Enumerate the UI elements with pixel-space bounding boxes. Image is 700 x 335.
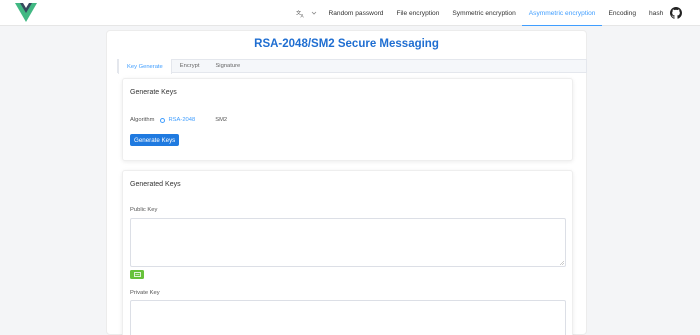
radio-checked-icon	[160, 117, 166, 123]
tab-label: Key Generate	[127, 63, 163, 70]
private-key-textarea[interactable]	[130, 300, 566, 335]
nav-label: Symmetric encryption	[452, 9, 516, 17]
generate-keys-panel: Generate Keys Algorithm RSA-2048 SM2 Gen…	[122, 78, 573, 161]
nav-symmetric-encryption[interactable]: Symmetric encryption	[446, 0, 522, 26]
radio-label: SM2	[215, 117, 228, 123]
algorithm-label: Algorithm	[130, 117, 155, 123]
radio-label: RSA-2048	[168, 117, 196, 123]
translate-icon: 文 A	[296, 9, 305, 18]
tab-key-generate[interactable]: Key Generate	[118, 59, 172, 74]
panel-title: Generated Keys	[130, 181, 181, 188]
tab-bar: Key Generate Encrypt Signature	[117, 59, 587, 74]
nav-label: Random password	[328, 9, 384, 17]
vue-logo-icon[interactable]	[15, 3, 37, 23]
page-title: RSA-2048/SM2 Secure Messaging	[254, 38, 439, 50]
language-switcher[interactable]: 文 A	[296, 6, 317, 20]
main-nav: Random password File encryption Symmetri…	[322, 0, 670, 26]
public-key-label: Public Key	[130, 207, 158, 213]
public-key-textarea[interactable]	[130, 218, 566, 267]
nav-encoding[interactable]: Encoding	[602, 0, 643, 26]
algorithm-row: Algorithm RSA-2048 SM2	[130, 117, 247, 123]
nav-label: Encoding	[608, 9, 636, 17]
nav-label: Asymmetric encryption	[528, 9, 596, 17]
tab-encrypt[interactable]: Encrypt	[172, 60, 208, 72]
copy-icon	[133, 272, 141, 277]
github-icon[interactable]	[670, 7, 682, 19]
radio-sm2[interactable]: SM2	[215, 117, 227, 123]
tab-label: Encrypt	[179, 63, 200, 69]
panel-title: Generate Keys	[130, 89, 177, 96]
nav-hash[interactable]: hash	[642, 0, 669, 26]
chevron-down-icon	[311, 11, 317, 15]
nav-file-encryption[interactable]: File encryption	[390, 0, 446, 26]
copy-public-key-button[interactable]	[130, 270, 144, 279]
nav-random-password[interactable]: Random password	[322, 0, 390, 26]
generated-keys-panel: Generated Keys Public Key Private Key	[122, 170, 573, 335]
tab-signature[interactable]: Signature	[207, 60, 248, 72]
nav-label: File encryption	[396, 9, 440, 17]
svg-text:A: A	[301, 13, 305, 18]
radio-rsa-2048[interactable]: RSA-2048	[160, 117, 195, 123]
generate-keys-button[interactable]: Generate Keys	[130, 134, 180, 146]
private-key-label: Private Key	[130, 290, 160, 296]
nav-asymmetric-encryption[interactable]: Asymmetric encryption	[522, 0, 602, 26]
resize-grip-icon[interactable]	[560, 261, 564, 265]
tab-label: Signature	[215, 63, 241, 69]
top-navbar: 文 A Random password File encryption Symm…	[0, 0, 700, 26]
nav-label: hash	[648, 9, 664, 17]
